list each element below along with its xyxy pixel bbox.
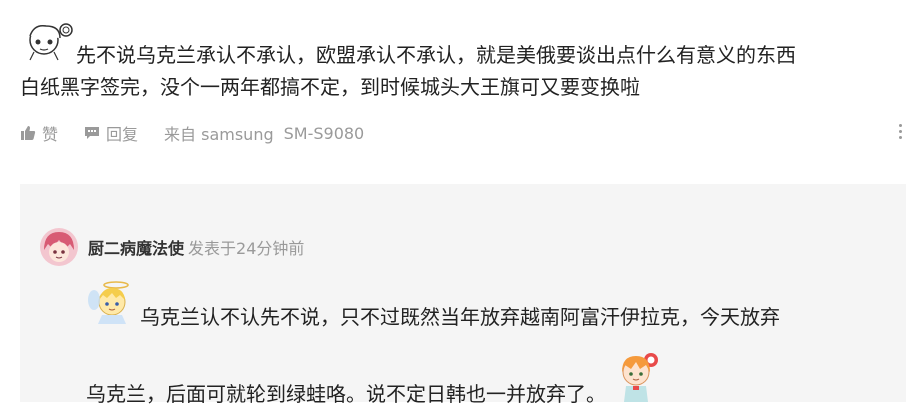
reply-button[interactable]: 回复 — [84, 121, 138, 145]
sticker-girl-icon — [612, 350, 660, 407]
more-vertical-icon[interactable] — [892, 118, 908, 144]
from-label: 来自 samsung — [164, 125, 274, 144]
reply-line-2: 乌克兰，后面可就轮到绿蛙咯。说不定日韩也一并放弃了。 — [86, 382, 606, 406]
reply-line-2-row: 乌克兰，后面可就轮到绿蛙咯。说不定日韩也一并放弃了。 — [86, 350, 660, 407]
reply-label: 回复 — [106, 125, 139, 144]
like-label: 赞 — [42, 125, 59, 144]
reply-time: 发表于24分钟前 — [188, 239, 305, 258]
sticker-angel-icon — [86, 280, 134, 335]
post-content: 先不说乌克兰承认不承认，欧盟承认不承认，就是美俄要谈出点什么有意义的东西 白纸黑… — [20, 22, 900, 103]
comment-icon — [85, 127, 100, 139]
reply-header: 厨二病魔法使 发表于24分钟前 — [40, 228, 304, 266]
post-actions: 赞 回复 来自 samsung SM-S9080 — [20, 121, 364, 145]
reply-content: 乌克兰认不认先不说，只不过既然当年放弃越南阿富汗伊拉克，今天放弃 — [86, 280, 886, 335]
quoted-reply: 厨二病魔法使 发表于24分钟前 乌克兰认不认先不说，只不过既然当年放弃越南阿富汗… — [20, 184, 906, 406]
device-model: SM-S9080 — [283, 123, 365, 143]
thumbs-up-icon — [21, 126, 36, 140]
post: 先不说乌克兰承认不承认，欧盟承认不承认，就是美俄要谈出点什么有意义的东西 白纸黑… — [20, 22, 900, 103]
post-line-1: 先不说乌克兰承认不承认，欧盟承认不承认，就是美俄要谈出点什么有意义的东西 — [76, 43, 796, 67]
avatar[interactable] — [40, 228, 78, 266]
reply-author[interactable]: 厨二病魔法使 — [88, 235, 184, 259]
reply-line-1: 乌克兰认不认先不说，只不过既然当年放弃越南阿富汗伊拉克，今天放弃 — [140, 305, 780, 329]
like-button[interactable]: 赞 — [20, 121, 58, 145]
device-source: 来自 samsung SM-S9080 — [164, 121, 364, 145]
post-line-2: 白纸黑字签完，没个一两年都搞不定，到时候城头大王旗可又要变换啦 — [20, 75, 640, 99]
sticker-emoji-icon — [20, 22, 76, 71]
